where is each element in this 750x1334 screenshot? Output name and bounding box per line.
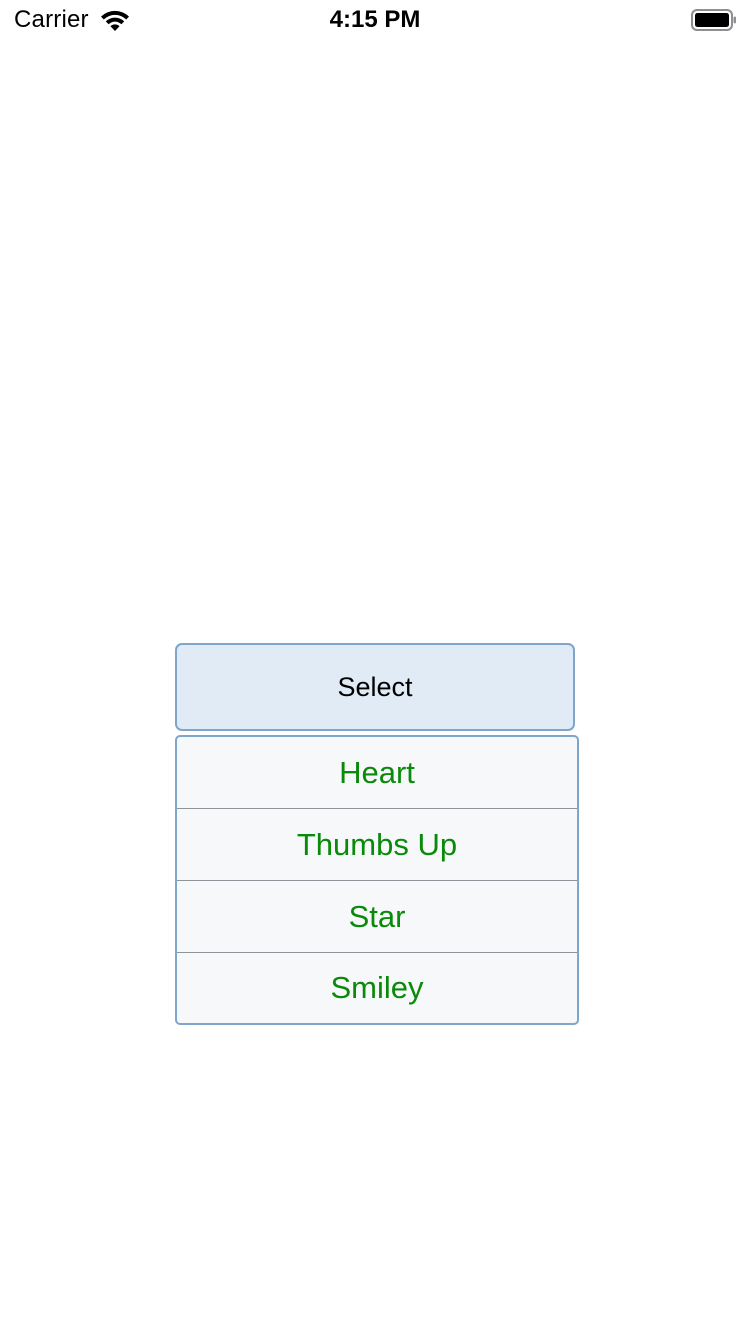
dropdown-item-label: Smiley	[330, 970, 424, 1005]
status-bar: Carrier 4:15 PM	[0, 0, 750, 40]
dropdown-item-smiley[interactable]: Smiley	[177, 953, 577, 1023]
dropdown-item-label: Star	[348, 898, 406, 934]
select-button[interactable]: Select	[175, 643, 575, 731]
dropdown-item-heart[interactable]: Heart	[177, 737, 577, 809]
battery-icon	[691, 9, 737, 31]
dropdown-item-label: Thumbs Up	[296, 826, 458, 862]
dropdown-item-thumbs-up[interactable]: Thumbs Up	[177, 809, 577, 881]
clock: 4:15 PM	[329, 6, 421, 33]
dropdown-item-star[interactable]: Star	[177, 881, 577, 953]
dropdown-list: Heart Thumbs Up Star Smiley	[175, 735, 579, 1025]
dropdown-item-label: Heart	[339, 754, 415, 790]
select-button-label: Select	[337, 671, 413, 702]
